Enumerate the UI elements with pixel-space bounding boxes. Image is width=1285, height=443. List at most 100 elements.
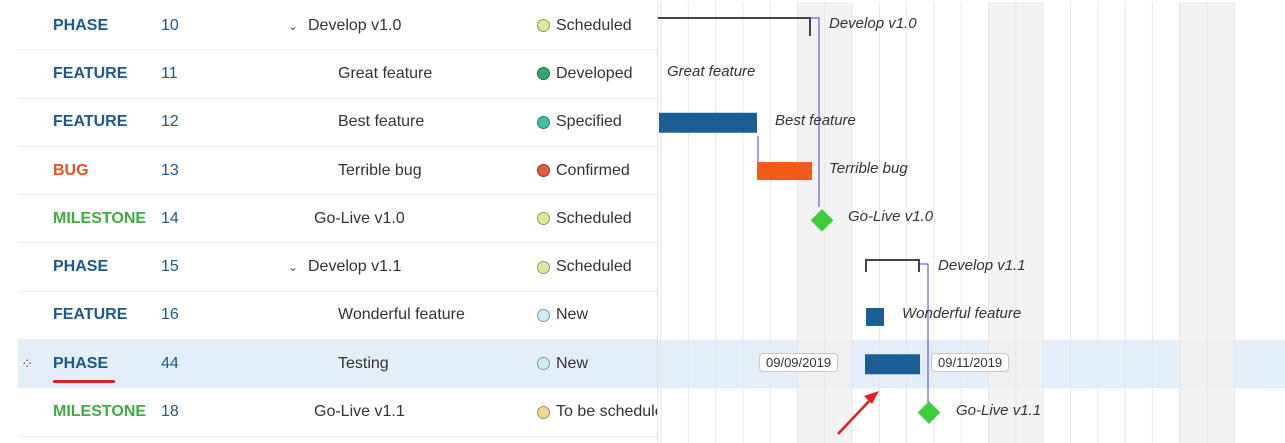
subject-cell[interactable]: Terrible bug (338, 147, 422, 194)
status-dot-icon (537, 260, 550, 274)
table-row[interactable]: ⁘ PHASE 44 Testing New (18, 340, 658, 389)
status-dot-icon (537, 164, 550, 178)
gantt-bar (757, 162, 812, 181)
gantt-bar-label: Develop v1.1 (938, 256, 1026, 274)
status-cell[interactable]: To be scheduled (537, 388, 658, 435)
table-row[interactable]: MILESTONE 14 Go-Live v1.0 Scheduled (18, 195, 658, 244)
table-row[interactable]: PHASE 10 ⌄ Develop v1.0 Scheduled (18, 2, 658, 51)
id-link[interactable]: 44 (161, 340, 179, 387)
status-dot-icon (537, 357, 550, 371)
subject-text: Develop v1.0 (308, 16, 402, 34)
type-cell: FEATURE (53, 113, 128, 131)
status-text: Confirmed (556, 161, 630, 179)
id-link[interactable]: 11 (161, 50, 178, 97)
subject-cell[interactable]: ⌄ Develop v1.1 (288, 243, 401, 290)
status-text: New (556, 354, 589, 372)
table-row[interactable]: BUG 13 Terrible bug Confirmed (18, 147, 658, 196)
gantt-bar-label: Go-Live v1.0 (848, 208, 934, 226)
milestone-diamond (917, 401, 941, 424)
subject-text: Go-Live v1.0 (314, 209, 405, 227)
status-text: To be scheduled (556, 403, 658, 421)
gantt-bar-label: Best feature (775, 111, 856, 129)
subject-cell[interactable]: ⌄ Develop v1.0 (288, 2, 401, 49)
status-cell[interactable]: Scheduled (537, 243, 658, 290)
type-cell: FEATURE (53, 306, 128, 324)
status-cell[interactable]: Scheduled (537, 195, 658, 242)
id-link[interactable]: 14 (161, 195, 179, 242)
type-cell: PHASE (53, 16, 109, 34)
end-date-badge: 09/11/2019 (931, 353, 1010, 373)
weekend-column (988, 2, 1016, 443)
work-packages-gantt-view: PHASE 10 ⌄ Develop v1.0 Scheduled FEATURE 11 Gr… (0, 0, 1285, 443)
table-row[interactable]: FEATURE 11 Great feature Developed (18, 50, 658, 99)
subject-text: Terrible bug (338, 161, 422, 179)
table-row[interactable]: FEATURE 12 Best feature Specified (18, 99, 658, 147)
subject-text: Great feature (338, 64, 433, 82)
chevron-down-icon[interactable]: ⌄ (288, 260, 308, 274)
status-dot-icon (537, 67, 550, 81)
gantt-bar-label: Go-Live v1.1 (956, 401, 1042, 419)
start-date-badge: 09/09/2019 (759, 353, 839, 373)
id-link[interactable]: 15 (161, 243, 179, 290)
status-cell[interactable]: Confirmed (537, 147, 658, 194)
status-dot-icon (537, 19, 550, 33)
id-link[interactable]: 18 (161, 388, 179, 435)
subject-cell[interactable]: Go-Live v1.0 (314, 195, 405, 242)
type-cell: BUG (53, 161, 89, 179)
id-link[interactable]: 12 (161, 99, 179, 146)
gantt-bar-label: Develop v1.0 (829, 15, 917, 33)
subject-cell[interactable]: Great feature (338, 50, 432, 97)
highlight-underline (53, 380, 115, 384)
status-cell[interactable]: New (537, 292, 658, 339)
status-text: Scheduled (556, 209, 632, 227)
status-text: Scheduled (556, 258, 632, 276)
chevron-down-icon[interactable]: ⌄ (288, 19, 308, 33)
type-cell: PHASE (53, 258, 109, 276)
weekend-column (1015, 2, 1044, 443)
status-text: New (556, 306, 589, 324)
status-dot-icon (537, 405, 550, 419)
status-text: Developed (556, 64, 633, 82)
subject-cell[interactable]: Go-Live v1.1 (314, 388, 405, 435)
gantt-bar (659, 112, 757, 133)
work-packages-table: PHASE 10 ⌄ Develop v1.0 Scheduled FEATURE 11 Gr… (18, 2, 658, 437)
status-text: Scheduled (556, 16, 632, 34)
status-cell[interactable]: Specified (537, 99, 658, 146)
status-text: Specified (556, 113, 622, 131)
phase-bracket (658, 17, 811, 36)
id-link[interactable]: 10 (161, 2, 179, 49)
subject-text: Wonderful feature (338, 306, 465, 324)
subject-cell[interactable]: Wonderful feature (338, 292, 465, 339)
table-row[interactable]: FEATURE 16 Wonderful feature New (18, 292, 658, 341)
status-dot-icon (537, 115, 550, 129)
table-row[interactable]: PHASE 15 ⌄ Develop v1.1 Scheduled (18, 243, 658, 292)
id-link[interactable]: 16 (161, 292, 179, 339)
status-cell[interactable]: Developed (537, 50, 658, 97)
type-cell: MILESTONE (53, 403, 147, 421)
phase-bracket (865, 259, 920, 272)
type-cell: MILESTONE (53, 209, 147, 227)
status-dot-icon (537, 212, 550, 226)
gantt-bar (866, 307, 884, 326)
annotation-arrow-head (864, 391, 879, 404)
subject-cell[interactable]: Best feature (338, 99, 424, 146)
weekend-column (1179, 2, 1207, 443)
weekend-column (1207, 2, 1235, 443)
subject-text: Go-Live v1.1 (314, 403, 405, 421)
gantt-chart: Develop v1.0 Great feature Best feature Ter… (657, 2, 1285, 443)
gantt-bar-label: Terrible bug (829, 160, 908, 178)
gantt-bar (865, 354, 920, 375)
drag-handle-icon[interactable]: ⁘ (21, 355, 34, 373)
status-cell[interactable]: New (537, 340, 658, 387)
subject-text: Testing (338, 354, 389, 372)
subject-cell[interactable]: Testing (338, 340, 389, 387)
gantt-bar-label: Great feature (667, 63, 756, 81)
subject-text: Develop v1.1 (308, 258, 402, 276)
subject-text: Best feature (338, 113, 425, 131)
gantt-bar-label: Wonderful feature (902, 304, 1022, 322)
status-cell[interactable]: Scheduled (537, 2, 658, 49)
type-cell: FEATURE (53, 64, 128, 82)
status-dot-icon (537, 308, 550, 322)
id-link[interactable]: 13 (161, 147, 179, 194)
table-row[interactable]: MILESTONE 18 Go-Live v1.1 To be scheduled (18, 388, 658, 437)
